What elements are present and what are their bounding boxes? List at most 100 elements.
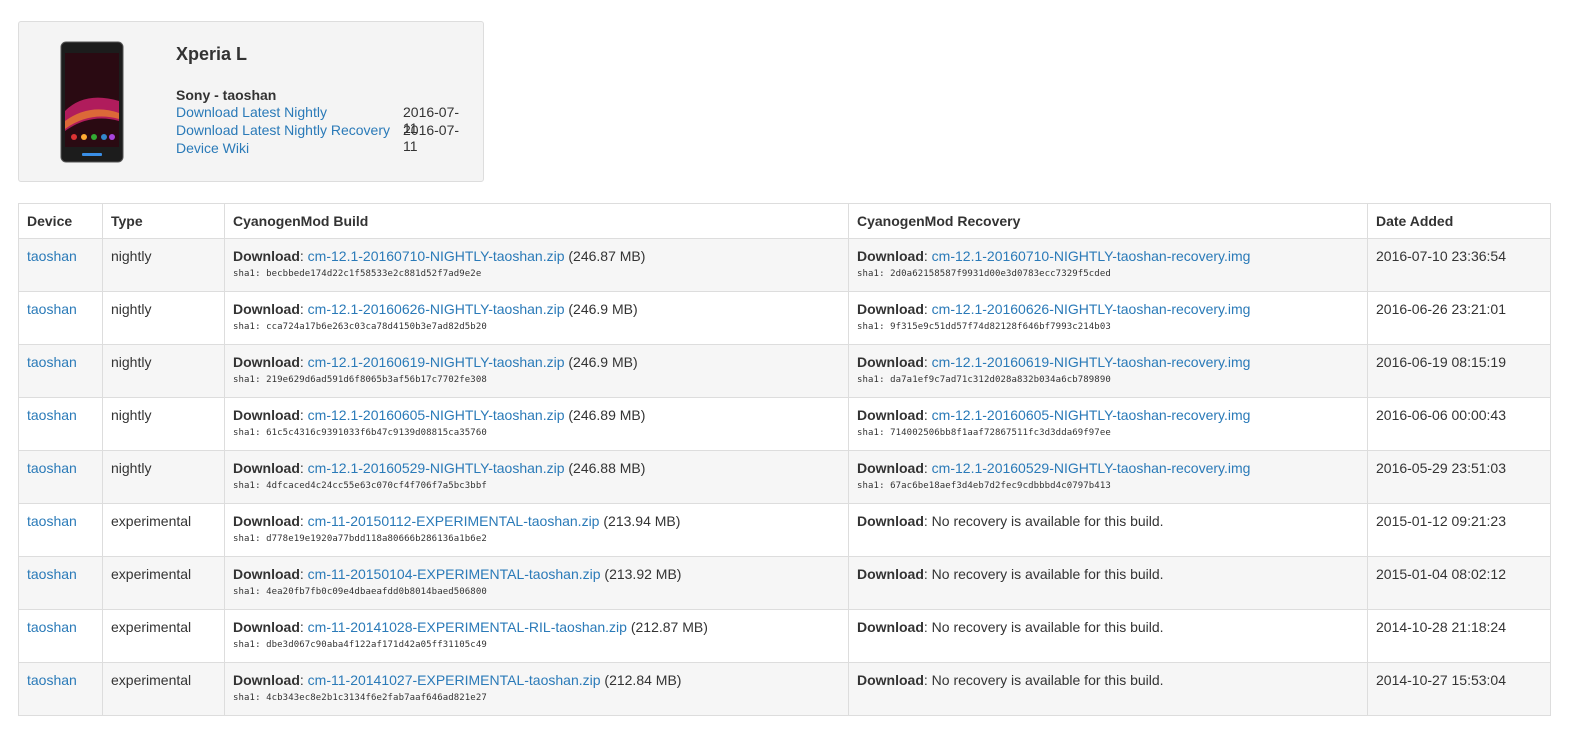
build-size: (212.87 MB) <box>630 619 708 635</box>
build-file-link[interactable]: cm-11-20150112-EXPERIMENTAL-taoshan.zip <box>308 513 600 529</box>
device-cell: taoshan <box>18 397 103 451</box>
recovery-sha-value: 9f315e9c51dd57f74d82128f646bf7993c214b03 <box>890 322 1111 332</box>
date-cell: 2016-05-29 23:51:03 <box>1367 450 1551 504</box>
sha-label: sha1: <box>857 428 885 438</box>
recovery-file-link[interactable]: cm-12.1-20160710-NIGHTLY-taoshan-recover… <box>932 248 1251 264</box>
sha-label: sha1: <box>233 428 261 438</box>
sha-label: sha1: <box>233 587 261 597</box>
recovery-sha: sha1: 67ac6be18aef3d4eb7d2fec9cdbbbd4c07… <box>857 481 1359 491</box>
table-row: taoshan nightly Download: cm-12.1-20160619… <box>18 344 1551 398</box>
build-sha-value: 4ea20fb7fb0c09e4dbaeafdd0b8014baed506800 <box>266 587 487 597</box>
recovery-sha: sha1: 9f315e9c51dd57f74d82128f646bf7993c… <box>857 322 1359 332</box>
build-file-link[interactable]: cm-12.1-20160619-NIGHTLY-taoshan.zip <box>308 354 565 370</box>
recovery-sha-value: 67ac6be18aef3d4eb7d2fec9cdbbbd4c0797b413 <box>890 481 1111 491</box>
no-recovery-text: No recovery is available for this build. <box>931 513 1164 529</box>
latest-nightly-row: Download Latest Nightly 2016-07-11 <box>176 104 466 136</box>
build-size: (246.9 MB) <box>568 354 638 370</box>
device-link[interactable]: taoshan <box>27 301 77 317</box>
build-sha-value: d778e19e1920a77bdd118a80666b286136a1b6e2 <box>266 534 487 544</box>
table-row: taoshan nightly Download: cm-12.1-20160529… <box>18 450 1551 504</box>
device-subtitle: Sony - taoshan <box>176 87 277 103</box>
device-link[interactable]: taoshan <box>27 566 77 582</box>
build-cell: Download: cm-11-20141027-EXPERIMENTAL-ta… <box>224 662 849 716</box>
build-file-link[interactable]: cm-12.1-20160710-NIGHTLY-taoshan.zip <box>308 248 565 264</box>
build-size: (212.84 MB) <box>604 672 682 688</box>
recovery-download-label: Download <box>857 566 924 582</box>
recovery-file-link[interactable]: cm-12.1-20160626-NIGHTLY-taoshan-recover… <box>932 301 1251 317</box>
sha-label: sha1: <box>857 481 885 491</box>
build-download-label: Download <box>233 248 300 264</box>
recovery-download-label: Download <box>857 248 924 264</box>
build-sha-value: cca724a17b6e263c03ca78d4150b3e7ad82d5b20 <box>266 322 487 332</box>
build-download-label: Download <box>233 460 300 476</box>
device-wiki-row: Device Wiki <box>176 140 466 156</box>
recovery-file-link[interactable]: cm-12.1-20160605-NIGHTLY-taoshan-recover… <box>932 407 1251 423</box>
device-cell: taoshan <box>18 450 103 504</box>
recovery-cell: Download: No recovery is available for t… <box>848 503 1368 557</box>
recovery-sha: sha1: da7a1ef9c7ad71c312d028a832b034a6cb… <box>857 375 1359 385</box>
sha-label: sha1: <box>233 322 261 332</box>
build-sha: sha1: 4ea20fb7fb0c09e4dbaeafdd0b8014baed… <box>233 587 840 597</box>
build-sha: sha1: 4cb343ec8e2b1c3134f6e2fab7aaf646ad… <box>233 693 840 703</box>
type-cell: nightly <box>102 238 225 292</box>
recovery-download-label: Download <box>857 460 924 476</box>
build-sha: sha1: cca724a17b6e263c03ca78d4150b3e7ad8… <box>233 322 840 332</box>
table-row: taoshan experimental Download: cm-11-20141… <box>18 609 1551 663</box>
type-cell: experimental <box>102 556 225 610</box>
download-latest-recovery-link[interactable]: Download Latest Nightly Recovery <box>176 122 390 138</box>
recovery-sha-value: 714002506bb8f1aaf72867511fc3d3dda69f97ee <box>890 428 1111 438</box>
recovery-sha: sha1: 714002506bb8f1aaf72867511fc3d3dda6… <box>857 428 1359 438</box>
header-date-added: Date Added <box>1367 203 1551 239</box>
build-sha-value: becbbede174d22c1f58533e2c881d52f7ad9e2e <box>266 269 482 279</box>
build-file-link[interactable]: cm-11-20141027-EXPERIMENTAL-taoshan.zip <box>308 672 601 688</box>
build-cell: Download: cm-11-20150104-EXPERIMENTAL-ta… <box>224 556 849 610</box>
build-file-link[interactable]: cm-11-20150104-EXPERIMENTAL-taoshan.zip <box>308 566 601 582</box>
recovery-cell: Download: No recovery is available for t… <box>848 662 1368 716</box>
build-sha: sha1: d778e19e1920a77bdd118a80666b286136… <box>233 534 840 544</box>
device-link[interactable]: taoshan <box>27 460 77 476</box>
device-title: Xperia L <box>176 44 248 64</box>
device-link[interactable]: taoshan <box>27 672 77 688</box>
device-card: Xperia L Sony - taoshan Download Latest … <box>18 21 484 182</box>
device-link[interactable]: taoshan <box>27 619 77 635</box>
sha-label: sha1: <box>233 534 261 544</box>
recovery-file-link[interactable]: cm-12.1-20160619-NIGHTLY-taoshan-recover… <box>932 354 1251 370</box>
build-cell: Download: cm-12.1-20160710-NIGHTLY-taosh… <box>224 238 849 292</box>
device-link[interactable]: taoshan <box>27 354 77 370</box>
device-wiki-link[interactable]: Device Wiki <box>176 140 249 156</box>
recovery-cell: Download: No recovery is available for t… <box>848 556 1368 610</box>
build-file-link[interactable]: cm-11-20141028-EXPERIMENTAL-RIL-taoshan.… <box>308 619 627 635</box>
download-latest-nightly-link[interactable]: Download Latest Nightly <box>176 104 327 120</box>
device-cell: taoshan <box>18 609 103 663</box>
build-sha-value: 61c5c4316c9391033f6b47c9139d08815ca35760 <box>266 428 487 438</box>
type-cell: nightly <box>102 450 225 504</box>
build-cell: Download: cm-12.1-20160605-NIGHTLY-taosh… <box>224 397 849 451</box>
recovery-file-link[interactable]: cm-12.1-20160529-NIGHTLY-taoshan-recover… <box>932 460 1251 476</box>
table-row: taoshan nightly Download: cm-12.1-20160605… <box>18 397 1551 451</box>
build-size: (246.87 MB) <box>568 248 646 264</box>
build-size: (246.9 MB) <box>568 301 638 317</box>
type-cell: experimental <box>102 662 225 716</box>
build-sha-value: 219e629d6ad591d6f8065b3af56b17c7702fe308 <box>266 375 487 385</box>
date-cell: 2015-01-12 09:21:23 <box>1367 503 1551 557</box>
build-cell: Download: cm-11-20150112-EXPERIMENTAL-ta… <box>224 503 849 557</box>
build-download-label: Download <box>233 301 300 317</box>
recovery-cell: Download: cm-12.1-20160619-NIGHTLY-taosh… <box>848 344 1368 398</box>
device-link[interactable]: taoshan <box>27 513 77 529</box>
table-row: taoshan experimental Download: cm-11-20150… <box>18 503 1551 557</box>
build-file-link[interactable]: cm-12.1-20160605-NIGHTLY-taoshan.zip <box>308 407 565 423</box>
type-cell: nightly <box>102 291 225 345</box>
build-file-link[interactable]: cm-12.1-20160529-NIGHTLY-taoshan.zip <box>308 460 565 476</box>
build-download-label: Download <box>233 672 300 688</box>
build-file-link[interactable]: cm-12.1-20160626-NIGHTLY-taoshan.zip <box>308 301 565 317</box>
device-cell: taoshan <box>18 556 103 610</box>
device-link[interactable]: taoshan <box>27 248 77 264</box>
type-cell: experimental <box>102 503 225 557</box>
type-cell: nightly <box>102 397 225 451</box>
recovery-sha-value: 2d0a62158587f9931d00e3d0783ecc7329f5cded <box>890 269 1111 279</box>
device-link[interactable]: taoshan <box>27 407 77 423</box>
device-cell: taoshan <box>18 238 103 292</box>
recovery-cell: Download: cm-12.1-20160529-NIGHTLY-taosh… <box>848 450 1368 504</box>
device-cell: taoshan <box>18 503 103 557</box>
recovery-cell: Download: cm-12.1-20160626-NIGHTLY-taosh… <box>848 291 1368 345</box>
